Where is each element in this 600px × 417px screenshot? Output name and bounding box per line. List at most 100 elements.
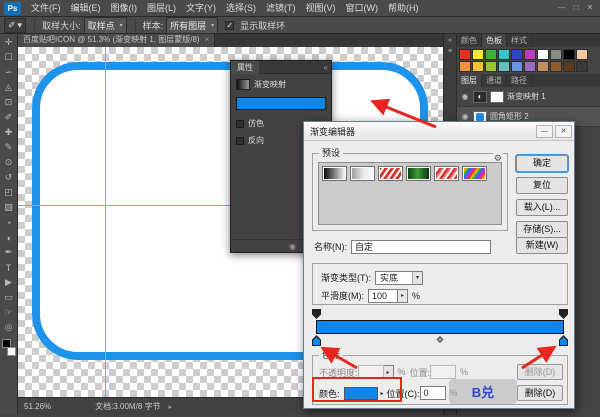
- color-swatch[interactable]: [576, 49, 588, 60]
- menu-item[interactable]: 选择(S): [221, 0, 261, 16]
- menu-item[interactable]: 视图(V): [301, 0, 341, 16]
- tool-button[interactable]: ↺: [1, 170, 17, 185]
- color-swatch[interactable]: [498, 49, 510, 60]
- eye-icon[interactable]: ◉: [460, 92, 470, 101]
- gradient-preset[interactable]: [406, 166, 431, 181]
- menu-item[interactable]: 编辑(E): [66, 0, 106, 16]
- collapse-icon[interactable]: «: [324, 63, 331, 72]
- opacity-stop-right[interactable]: [559, 309, 568, 319]
- tool-button[interactable]: ▨: [1, 200, 17, 215]
- tab-layers[interactable]: 图层: [457, 74, 482, 87]
- gradient-preset[interactable]: [322, 166, 347, 181]
- opacity-input[interactable]: [358, 365, 384, 379]
- window-control-icon[interactable]: ✕: [583, 0, 597, 16]
- gradient-preset[interactable]: [378, 166, 403, 181]
- reset-button[interactable]: 复位: [516, 177, 568, 194]
- tool-button[interactable]: ⊙: [1, 155, 17, 170]
- dither-checkbox[interactable]: [236, 120, 244, 128]
- tab-properties[interactable]: 属性: [231, 61, 259, 74]
- minimize-icon[interactable]: —: [536, 125, 553, 138]
- color-swatch[interactable]: [472, 49, 484, 60]
- tool-button[interactable]: ☞: [1, 305, 17, 320]
- tool-button[interactable]: ✛: [1, 35, 17, 50]
- menu-item[interactable]: 文字(Y): [181, 0, 221, 16]
- tool-button[interactable]: ◎: [1, 320, 17, 335]
- eye-icon[interactable]: ◉: [460, 112, 470, 121]
- reverse-checkbox[interactable]: [236, 137, 244, 145]
- menu-item[interactable]: 文件(F): [26, 0, 66, 16]
- gradient-preview[interactable]: [236, 97, 326, 110]
- tool-button[interactable]: ∽: [1, 65, 17, 80]
- tool-button[interactable]: ◔: [1, 215, 17, 230]
- collapse-panels-icon[interactable]: «: [448, 37, 452, 44]
- color-swatch[interactable]: [537, 61, 549, 72]
- menu-item[interactable]: 图层(L): [142, 0, 181, 16]
- color-swatch[interactable]: [550, 61, 562, 72]
- close-icon[interactable]: ×: [205, 34, 210, 47]
- sample-dropdown[interactable]: 所有图层 ▾: [166, 17, 218, 34]
- layer-mask-thumbnail[interactable]: [490, 91, 504, 103]
- color-swatch[interactable]: [498, 61, 510, 72]
- tool-button[interactable]: ◖: [1, 230, 17, 245]
- tool-button[interactable]: ▭: [1, 290, 17, 305]
- menu-item[interactable]: 帮助(H): [383, 0, 424, 16]
- color-swatch[interactable]: [576, 61, 588, 72]
- color-swatch[interactable]: [485, 49, 497, 60]
- window-control-icon[interactable]: —: [555, 0, 569, 16]
- color-swatch[interactable]: [524, 49, 536, 60]
- color-swatch[interactable]: [511, 49, 523, 60]
- panel-list-icon[interactable]: ≡: [448, 48, 452, 55]
- color-swatch[interactable]: [459, 61, 471, 72]
- gradient-strip[interactable]: [316, 320, 564, 334]
- tab-styles[interactable]: 样式: [507, 34, 532, 47]
- layer-row-gradient-map[interactable]: ◉ ◐ 渐变映射 1: [457, 87, 600, 107]
- menu-item[interactable]: 窗口(W): [341, 0, 384, 16]
- zoom-level[interactable]: 51.26%: [24, 402, 51, 411]
- document-tab[interactable]: 百度贴吧ICON @ 51.3% (渐变映射 1, 图层蒙版/8) ×: [18, 34, 215, 47]
- opacity-stop-left[interactable]: [312, 309, 321, 319]
- tab-paths[interactable]: 路径: [507, 74, 532, 87]
- color-stop-left[interactable]: [312, 335, 321, 346]
- color-swatch[interactable]: [459, 49, 471, 60]
- color-swatch[interactable]: [511, 61, 523, 72]
- tool-preset-picker[interactable]: ✐ ▾: [4, 18, 26, 33]
- tool-button[interactable]: ◬: [1, 80, 17, 95]
- new-button[interactable]: 新建(W): [516, 237, 568, 254]
- menu-item[interactable]: 图像(I): [106, 0, 143, 16]
- close-icon[interactable]: ✕: [555, 125, 572, 138]
- tool-button[interactable]: ✐: [1, 110, 17, 125]
- color-swatch[interactable]: [550, 49, 562, 60]
- tool-button[interactable]: ✒: [1, 245, 17, 260]
- name-input[interactable]: 自定: [351, 240, 491, 254]
- save-button[interactable]: 存储(S)...: [516, 221, 568, 238]
- delete-opacity-button[interactable]: 删除(D): [517, 364, 563, 380]
- tool-button[interactable]: ▶: [1, 275, 17, 290]
- gradient-preset[interactable]: [434, 166, 459, 181]
- sample-size-dropdown[interactable]: 取样点 ▾: [84, 17, 127, 34]
- gradient-preset[interactable]: [350, 166, 375, 181]
- foreground-color-swatch[interactable]: [2, 339, 11, 348]
- gradient-type-select[interactable]: 实底 ▾: [375, 271, 423, 285]
- status-flyout-icon[interactable]: ▸: [169, 403, 173, 411]
- tool-button[interactable]: ✎: [1, 140, 17, 155]
- stop-color-swatch[interactable]: [344, 387, 378, 400]
- tool-button[interactable]: T: [1, 260, 17, 275]
- tab-swatches[interactable]: 色板: [482, 34, 507, 47]
- ok-button[interactable]: 确定: [516, 155, 568, 172]
- delete-color-button[interactable]: 删除(D): [517, 385, 563, 401]
- tab-channels[interactable]: 通道: [482, 74, 507, 87]
- color-stop-right[interactable]: [559, 335, 568, 346]
- position-input[interactable]: [430, 365, 456, 379]
- color-swatch[interactable]: [472, 61, 484, 72]
- load-button[interactable]: 载入(L)...: [516, 199, 568, 216]
- tool-button[interactable]: ✚: [1, 125, 17, 140]
- window-control-icon[interactable]: □: [569, 0, 583, 16]
- color-swatch[interactable]: [524, 61, 536, 72]
- flyout-arrow-icon[interactable]: ▸: [398, 289, 408, 303]
- color-swatch[interactable]: [485, 61, 497, 72]
- background-color-swatch[interactable]: [7, 347, 16, 356]
- visibility-icon[interactable]: ◉: [289, 242, 296, 251]
- tool-button[interactable]: ◰: [1, 185, 17, 200]
- tool-button[interactable]: ☐: [1, 50, 17, 65]
- color-swatch[interactable]: [537, 49, 549, 60]
